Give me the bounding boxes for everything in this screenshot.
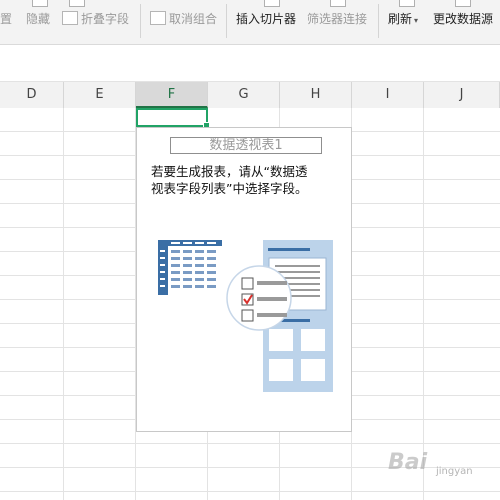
column-header-row: D E F G H I J (0, 82, 500, 109)
collapse-icon (62, 11, 78, 25)
selected-cell-f[interactable] (136, 108, 210, 129)
pivot-table-placeholder[interactable]: 数据透视表1 若要生成报表，请从“数据透 视表字段列表”中选择字段。 (136, 127, 352, 432)
ribbon-toolbar: 置 隐藏 折叠字段 取消组合 插入切片器 筛选器连接 刷新 ▾ 更改数据源 (0, 0, 500, 45)
ribbon-separator (226, 4, 227, 38)
insert-slicer-button[interactable]: 插入切片器 (236, 10, 296, 27)
pivot-illustration-icon (158, 240, 333, 392)
pivot-table-title[interactable]: 数据透视表1 (170, 137, 322, 154)
settings-button[interactable]: 置 (0, 10, 12, 27)
ungroup-icon (150, 11, 166, 25)
refresh-button[interactable]: 刷新 ▾ (388, 10, 418, 27)
column-header-e[interactable]: E (64, 82, 136, 108)
watermark-logo: Bai jingyan (388, 450, 500, 500)
column-header-g[interactable]: G (208, 82, 280, 108)
hide-button[interactable]: 隐藏 (26, 10, 50, 27)
slicer-icon (264, 0, 280, 7)
pivot-instruction: 若要生成报表，请从“数据透 视表字段列表”中选择字段。 (151, 163, 346, 197)
change-source-icon (455, 0, 471, 7)
dropdown-caret-icon: ▾ (414, 16, 419, 25)
column-header-f[interactable]: F (136, 82, 208, 108)
watermark-main: Bai (388, 450, 428, 475)
hide-icon (32, 0, 48, 7)
filter-connection-button[interactable]: 筛选器连接 (307, 10, 367, 27)
collapse-field-icon (69, 0, 85, 7)
ribbon-separator (140, 4, 141, 38)
grid-line (63, 108, 64, 500)
pivot-instruction-line1: 若要生成报表，请从“数据透 (151, 164, 308, 179)
column-header-d[interactable]: D (0, 82, 64, 108)
column-header-j[interactable]: J (424, 82, 500, 108)
ungroup-button[interactable]: 取消组合 (150, 10, 217, 27)
table-grid-icon (158, 240, 222, 295)
change-data-source-button[interactable]: 更改数据源 (433, 10, 493, 27)
filter-connection-icon (330, 0, 346, 7)
ribbon-separator (378, 4, 379, 38)
collapse-field-button[interactable]: 折叠字段 (62, 10, 129, 27)
refresh-icon (399, 0, 415, 7)
checklist-magnifier-icon (226, 265, 292, 331)
column-header-i[interactable]: I (352, 82, 424, 108)
column-header-h[interactable]: H (280, 82, 352, 108)
formula-bar-area (0, 45, 500, 82)
pivot-instruction-line2: 视表字段列表”中选择字段。 (151, 181, 308, 196)
watermark-sub: jingyan (436, 466, 473, 477)
grid-line (423, 108, 424, 500)
